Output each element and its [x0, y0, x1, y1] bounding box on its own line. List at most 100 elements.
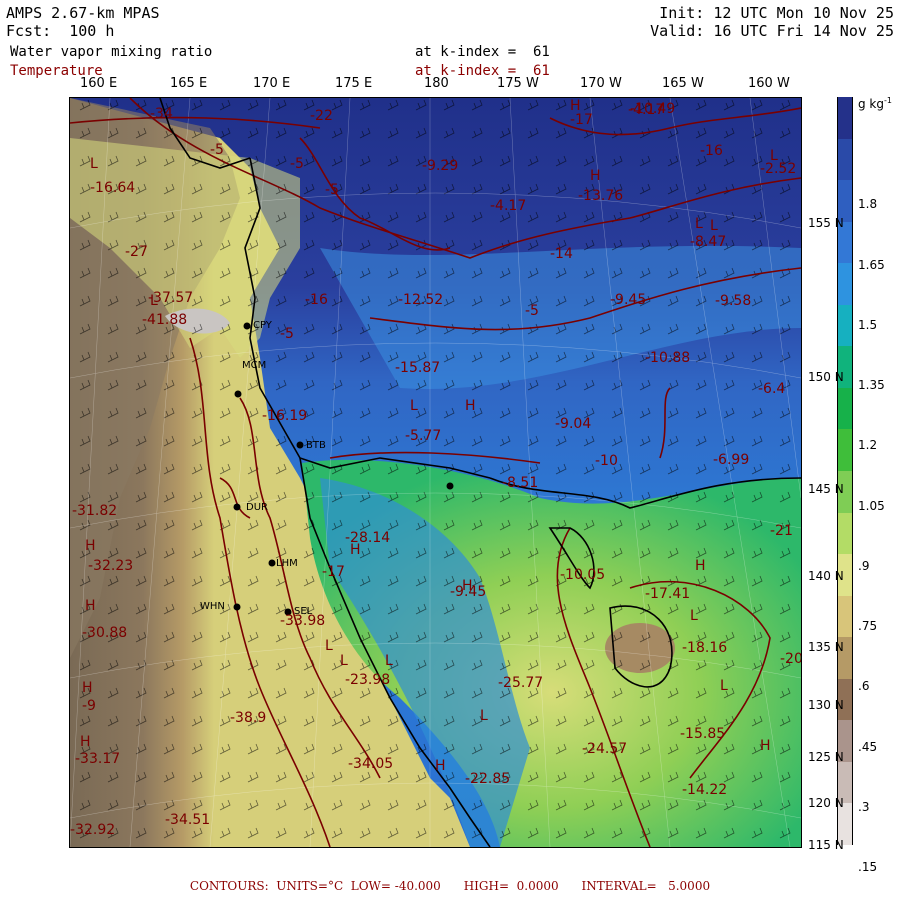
high-marker: H [590, 168, 601, 184]
low-marker: L [340, 653, 348, 669]
contour-info: CONTOURS: UNITS=°C LOW= -40.000 HIGH= 0.… [189, 879, 711, 893]
temperature-label: -4.17 [628, 102, 665, 118]
temperature-label: -16.19 [262, 408, 308, 424]
longitude-label: 165 W [662, 76, 704, 91]
latitude-label: 130 N [808, 698, 844, 712]
colorbar-segment [837, 138, 853, 181]
colorbar-label: 1.35 [858, 378, 885, 393]
low-marker: L [695, 216, 703, 232]
low-marker: L [770, 148, 778, 164]
forecast-hour: Fcst: 100 h [6, 22, 115, 40]
latitude-label: 135 N [808, 640, 844, 654]
colorbar-segment [837, 97, 853, 140]
temperature-label: -13.76 [578, 188, 624, 204]
temperature-label: -12.52 [398, 292, 444, 308]
temperature-label: -5 [210, 142, 224, 158]
high-marker: H [695, 558, 706, 574]
temperature-label: -32.92 [70, 822, 116, 838]
temperature-label: -17.41 [645, 586, 691, 602]
high-marker: H [570, 98, 581, 114]
temperature-label: -16 [700, 143, 723, 159]
longitude-label: 175 W [497, 76, 539, 91]
high-marker: H [435, 758, 446, 774]
temperature-label: -5.77 [405, 428, 442, 444]
colorbar-segment [837, 429, 853, 472]
temperature-label: -24.57 [582, 741, 628, 757]
colorbar-label: 1.05 [858, 498, 885, 513]
colorbar-unit: g kg-1 [858, 96, 892, 111]
temperature-label: -10 [595, 453, 618, 469]
temperature-label: -14.22 [682, 782, 728, 798]
station-label: LHM [276, 558, 298, 569]
latitude-label: 155 N [808, 216, 844, 230]
temperature-label: -15.87 [395, 360, 441, 376]
high-marker: H [85, 538, 96, 554]
station-label: WHN [200, 601, 225, 612]
temperature-label: -15.85 [680, 726, 726, 742]
colorbar-label: .45 [858, 739, 878, 754]
latitude-label: 140 N [808, 569, 844, 583]
temperature-label: -5 [290, 156, 304, 172]
longitude-label: 170 E [253, 76, 291, 91]
latitude-label: 125 N [808, 750, 844, 764]
temperature-label: -17 [322, 564, 345, 580]
temperature-label: -38.9 [230, 710, 267, 726]
valid-time: Valid: 16 UTC Fri 14 Nov 25 [650, 22, 894, 40]
colorbar-segment [837, 512, 853, 555]
temperature-label: -18.16 [682, 640, 728, 656]
field-name-mixing-ratio: Water vapor mixing ratio [10, 44, 213, 60]
temperature-label: -8.47 [690, 234, 727, 250]
latitude-label: 145 N [808, 482, 844, 496]
temperature-label: -21 [770, 523, 793, 539]
temperature-label: -4.17 [490, 198, 527, 214]
temperature-label: -2.52 [760, 161, 797, 177]
temperature-label: -34.51 [165, 812, 211, 828]
temperature-label: -14 [550, 246, 573, 262]
init-time: Init: 12 UTC Mon 10 Nov 25 [659, 4, 894, 22]
temperature-label: -6.4 [758, 381, 786, 397]
temperature-label: -5 [525, 303, 539, 319]
temperature-label: -6.99 [713, 452, 750, 468]
high-marker: H [80, 734, 91, 750]
temperature-label: -23.98 [345, 672, 391, 688]
high-marker: H [350, 542, 361, 558]
temperature-label: -8.51 [502, 475, 539, 491]
colorbar-segment [837, 595, 853, 638]
temperature-label: -10.88 [645, 350, 691, 366]
temperature-label: -25.77 [498, 675, 544, 691]
low-marker: L [90, 156, 98, 172]
low-marker: L [385, 653, 393, 669]
low-marker: L [690, 608, 698, 624]
temperature-label: -9.45 [610, 292, 647, 308]
temperature-label: -41.88 [142, 312, 188, 328]
high-marker: H [465, 398, 476, 414]
latitude-label: 150 N [808, 370, 844, 384]
colorbar-label: 1.2 [858, 438, 878, 453]
field-level-mixing-ratio: at k-index = 61 [415, 44, 550, 60]
colorbar-segment [837, 263, 853, 306]
longitude-label: 165 E [170, 76, 208, 91]
colorbar-label: .15 [858, 860, 878, 875]
colorbar-label: .6 [858, 679, 870, 694]
low-marker: L [150, 293, 158, 309]
colorbar-label: 1.65 [858, 257, 885, 272]
longitude-label: 175 E [335, 76, 373, 91]
temperature-label: -9.04 [555, 416, 592, 432]
temperature-label: -10.05 [560, 567, 606, 583]
low-marker: L [480, 708, 488, 724]
temperature-label: -34 [150, 106, 173, 122]
temperature-label: -9 [82, 698, 96, 714]
temperature-label: -5 [280, 326, 294, 342]
low-marker: L [325, 638, 333, 654]
station-label: SEL [294, 606, 313, 617]
temperature-label: -17 [570, 112, 593, 128]
longitude-label: 180 [424, 76, 449, 91]
low-marker: L [410, 398, 418, 414]
low-marker: L [710, 218, 718, 234]
station-label: BTB [306, 440, 326, 451]
high-marker: H [760, 738, 771, 754]
colorbar-label: .75 [858, 619, 878, 634]
longitude-label: 160 W [748, 76, 790, 91]
temperature-label: -16 [305, 292, 328, 308]
temperature-label: -27 [125, 244, 148, 260]
